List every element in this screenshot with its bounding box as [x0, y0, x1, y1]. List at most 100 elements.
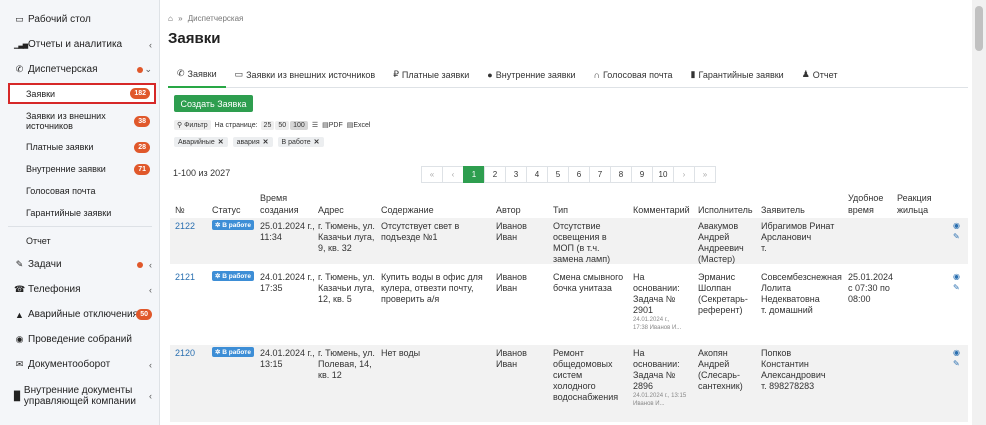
filter-button[interactable]: ⚲ Фильтр	[174, 120, 211, 130]
filter-chip[interactable]: Аварийные ✕	[174, 137, 228, 147]
sidebar-item-requests[interactable]: Заявки 182	[8, 83, 156, 104]
per-page-100[interactable]: 100	[290, 120, 308, 130]
page-link[interactable]: 7	[589, 166, 611, 183]
list-icon[interactable]: ☰	[312, 121, 318, 129]
tab-paid-requests[interactable]: ₽ Платные заявки	[384, 62, 478, 88]
sidebar-item-external-requests[interactable]: Заявки из внешних источников 38	[0, 109, 159, 133]
col-header-reaction[interactable]: Реакция жильца	[897, 192, 932, 216]
filter-chip[interactable]: В работе ✕	[277, 137, 324, 147]
gear-icon: ✲	[215, 273, 221, 280]
tab-warranty-requests[interactable]: ▮ Гарантийные заявки	[682, 62, 793, 88]
sidebar-item-label: Внутренние документы управляющей компани…	[23, 385, 136, 407]
tab-voicemail[interactable]: ∩ Голосовая почта	[585, 62, 682, 88]
request-id-link[interactable]: 2120	[175, 348, 195, 359]
create-request-button[interactable]: Создать Заявка	[174, 95, 253, 112]
scrollbar-thumb[interactable]	[975, 6, 983, 51]
edit-icon[interactable]: ✎	[953, 283, 960, 292]
scrollbar[interactable]	[972, 0, 986, 425]
view-icon[interactable]: ◉	[953, 348, 960, 357]
col-header-convenient[interactable]: Удобное время	[848, 192, 883, 216]
col-header-num[interactable]: №	[175, 204, 185, 216]
sidebar-item-outages[interactable]: ▲ Аварийные отключения 50	[0, 302, 159, 327]
cell-line: Задача №	[633, 294, 676, 304]
cell-line: основании:	[633, 283, 680, 293]
cell-line: подъезде №1	[381, 232, 438, 242]
cell-time: 25.01.2024 г., 11:34	[260, 221, 315, 243]
sidebar-item-internal-docs[interactable]: ▉ Внутренние документы управляющей компа…	[0, 379, 159, 413]
filter-chip[interactable]: авария ✕	[232, 137, 273, 147]
per-page-50[interactable]: 50	[275, 120, 290, 130]
sidebar-item-desktop[interactable]: ▭ Рабочий стол	[0, 7, 159, 32]
edit-icon[interactable]: ✎	[953, 359, 960, 368]
per-page-25[interactable]: 25	[260, 120, 275, 130]
col-header-status[interactable]: Статус	[212, 204, 240, 216]
page-link[interactable]: 6	[568, 166, 590, 183]
cell-line: 25.01.2024 г.,	[260, 221, 315, 231]
page-link[interactable]: 1	[463, 166, 485, 183]
page-link[interactable]: «	[421, 166, 443, 183]
sidebar-item-meetings[interactable]: ◉ Проведение собраний	[0, 327, 159, 352]
file-icon: ▉	[14, 390, 21, 401]
sidebar-item-label: Телефония	[28, 284, 81, 295]
sidebar-item-documents[interactable]: ✉ Документооборот ‹	[0, 352, 159, 377]
sidebar-item-warranty-requests[interactable]: Гарантийные заявки	[0, 205, 159, 221]
page-link[interactable]: 9	[631, 166, 653, 183]
tab-label: Отчет	[812, 69, 838, 80]
page-link[interactable]: »	[694, 166, 716, 183]
chevron-down-icon: ⌄	[144, 64, 152, 74]
page-link[interactable]: 10	[652, 166, 674, 183]
col-header-line: Время	[260, 193, 288, 203]
page-link[interactable]: 3	[505, 166, 527, 183]
col-header-time[interactable]: Время создания	[260, 192, 299, 216]
tab-external-requests[interactable]: ▭ Заявки из внешних источников	[226, 62, 385, 88]
excel-button[interactable]: ▤Excel	[347, 121, 371, 129]
col-header-address[interactable]: Адрес	[318, 204, 344, 216]
cell-line: Иван	[496, 359, 518, 369]
pdf-button[interactable]: ▤PDF	[322, 121, 343, 129]
col-header-executor[interactable]: Исполнитель	[698, 204, 753, 216]
tab-report[interactable]: ♟ Отчет	[793, 62, 847, 88]
col-header-type[interactable]: Тип	[553, 204, 568, 216]
sidebar-item-internal-requests[interactable]: Внутренние заявки 71	[0, 161, 159, 177]
page-link[interactable]: ‹	[442, 166, 464, 183]
cell-line: Иван	[496, 283, 518, 293]
sidebar-item-reports[interactable]: ▁▃▅ Отчеты и аналитика ‹	[0, 32, 159, 57]
sidebar-item-paid-requests[interactable]: Платные заявки 28	[0, 139, 159, 155]
cell-comment: На основании: Задача № 2901 24.01.2024 г., 17…	[633, 272, 681, 332]
cell-line: проверить а/я	[381, 294, 440, 304]
cell-line: Иван	[496, 232, 518, 242]
page-link[interactable]: 8	[610, 166, 632, 183]
sidebar-item-report[interactable]: Отчет	[0, 233, 159, 249]
col-header-author[interactable]: Автор	[496, 204, 521, 216]
col-header-content[interactable]: Содержание	[381, 204, 434, 216]
page-link[interactable]: 5	[547, 166, 569, 183]
sidebar-item-voicemail[interactable]: Голосовая почта	[0, 183, 159, 199]
tab-requests[interactable]: ✆ Заявки	[168, 62, 226, 88]
warning-icon: ▲	[15, 309, 24, 320]
close-icon[interactable]: ✕	[314, 139, 320, 146]
cell-executor: Эрманис Шолпан (Секретарь-референт)	[698, 272, 748, 316]
cell-line: Иванов	[496, 221, 527, 231]
sidebar-item-tasks[interactable]: ✎ Задачи ‹	[0, 252, 159, 277]
request-id-link[interactable]: 2122	[175, 221, 195, 232]
breadcrumb-current[interactable]: Диспетчерская	[188, 14, 244, 23]
cell-line: На	[633, 348, 645, 358]
view-icon[interactable]: ◉	[953, 272, 960, 281]
cell-line: 24.01.2024 г.,	[260, 272, 315, 282]
col-header-applicant[interactable]: Заявитель	[761, 204, 805, 216]
phone-icon: ✆	[15, 64, 24, 74]
sidebar-item-dispatch[interactable]: ✆ Диспетчерская ⌄	[0, 57, 159, 82]
edit-icon[interactable]: ✎	[953, 232, 960, 241]
page-link[interactable]: 2	[484, 166, 506, 183]
view-icon[interactable]: ◉	[953, 221, 960, 230]
sidebar-item-telephony[interactable]: ☎ Телефония ‹	[0, 277, 159, 302]
page-link[interactable]: ›	[673, 166, 695, 183]
request-id-link[interactable]: 2121	[175, 272, 195, 283]
close-icon[interactable]: ✕	[218, 139, 224, 146]
tab-internal-requests[interactable]: ● Внутренние заявки	[478, 62, 584, 88]
home-icon[interactable]: ⌂	[168, 14, 173, 23]
page-link[interactable]: 4	[526, 166, 548, 183]
close-icon[interactable]: ✕	[263, 139, 269, 146]
col-header-comment[interactable]: Комментарий	[633, 204, 690, 216]
gear-icon: ✲	[215, 349, 221, 356]
